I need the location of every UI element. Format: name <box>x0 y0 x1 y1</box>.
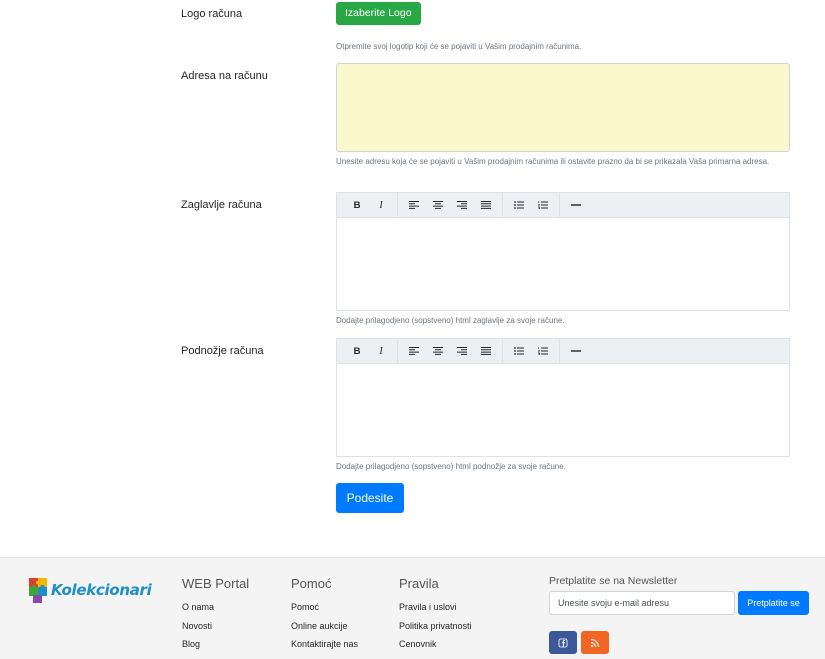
rule-group <box>560 339 592 364</box>
footer-link-cenovnik[interactable]: Cenovnik <box>399 635 472 654</box>
align-group <box>398 192 503 218</box>
list-group <box>503 338 560 364</box>
align-left-icon[interactable] <box>402 339 426 364</box>
align-center-icon[interactable] <box>426 339 450 364</box>
site-footer: Kolekcionari WEB Portal O nama Novosti B… <box>0 557 825 659</box>
footer-link-politika-privatnosti[interactable]: Politika privatnosti <box>399 617 472 636</box>
footer-link-blog[interactable]: Blog <box>182 635 249 654</box>
italic-icon[interactable]: I <box>369 193 393 218</box>
address-textarea[interactable] <box>336 63 790 152</box>
footer-link-o-nama[interactable]: O nama <box>182 598 249 617</box>
align-left-icon[interactable] <box>402 193 426 218</box>
rss-button[interactable] <box>581 631 609 654</box>
bold-icon[interactable]: B <box>345 339 369 364</box>
footer-editor-toolbar: B I <box>337 338 789 364</box>
choose-logo-button[interactable]: Izaberite Logo <box>336 2 421 25</box>
align-justify-icon[interactable] <box>474 193 498 218</box>
rule-group <box>560 193 592 218</box>
footer-column-pravila: Pravila Pravila i uslovi Politika privat… <box>399 576 472 654</box>
align-right-icon[interactable] <box>450 193 474 218</box>
unordered-list-icon[interactable] <box>507 193 531 218</box>
footer-label: Podnožje računa <box>181 345 264 357</box>
facebook-icon <box>558 638 568 647</box>
footer-column-web-portal: WEB Portal O nama Novosti Blog <box>182 576 249 654</box>
footer-editor-body[interactable] <box>337 364 789 456</box>
horizontal-rule-icon[interactable] <box>564 339 588 364</box>
submit-button[interactable]: Podesite <box>336 483 404 513</box>
logo-help-text: Otpremite svoj logotip koji će se pojavi… <box>336 42 582 51</box>
site-logo[interactable]: Kolekcionari <box>27 576 152 604</box>
header-label: Zaglavlje računa <box>181 199 262 211</box>
logo-text: Kolekcionari <box>51 581 152 599</box>
align-justify-icon[interactable] <box>474 339 498 364</box>
format-group: B I <box>341 192 398 218</box>
align-center-icon[interactable] <box>426 193 450 218</box>
footer-link-pravila-i-uslovi[interactable]: Pravila i uslovi <box>399 598 472 617</box>
footer-link-kontakt[interactable]: Kontaktirajte nas <box>291 635 358 654</box>
bold-icon[interactable]: B <box>345 193 369 218</box>
newsletter-title: Pretplatite se na Newsletter <box>549 575 678 587</box>
facebook-button[interactable] <box>549 631 577 654</box>
newsletter-email-input[interactable] <box>549 591 735 615</box>
header-help-text: Dodajte prilagodjeno (sopstveno) html za… <box>336 316 565 325</box>
footer-link-online-aukcije[interactable]: Online aukcije <box>291 617 358 636</box>
list-group <box>503 192 560 218</box>
align-right-icon[interactable] <box>450 339 474 364</box>
align-group <box>398 338 503 364</box>
footer-editor: B I <box>336 338 790 457</box>
footer-column-title: Pomoć <box>291 576 332 591</box>
footer-link-novosti[interactable]: Novosti <box>182 617 249 636</box>
footer-help-text: Dodajte prilagodjeno (sopstveno) html po… <box>336 462 566 471</box>
footer-column-title: Pravila <box>399 576 439 591</box>
ordered-list-icon[interactable] <box>531 339 555 364</box>
italic-icon[interactable]: I <box>369 339 393 364</box>
header-editor-body[interactable] <box>337 218 789 310</box>
unordered-list-icon[interactable] <box>507 339 531 364</box>
footer-column-pomoc: Pomoć Pomoć Online aukcije Kontaktirajte… <box>291 576 358 654</box>
footer-column-title: WEB Portal <box>182 576 250 591</box>
footer-link-pomoc[interactable]: Pomoć <box>291 598 358 617</box>
format-group: B I <box>341 338 398 364</box>
puzzle-logo-icon <box>29 578 47 603</box>
address-help-text: Unesite adresu koja će se pojaviti u Vaš… <box>336 157 770 166</box>
rss-icon <box>590 638 600 647</box>
logo-label: Logo računa <box>181 8 243 20</box>
ordered-list-icon[interactable] <box>531 193 555 218</box>
address-label: Adresa na računu <box>181 70 268 82</box>
horizontal-rule-icon[interactable] <box>564 193 588 218</box>
header-editor-toolbar: B I <box>337 192 789 218</box>
newsletter-subscribe-button[interactable]: Pretplatite se <box>738 591 809 615</box>
header-editor: B I <box>336 192 790 311</box>
